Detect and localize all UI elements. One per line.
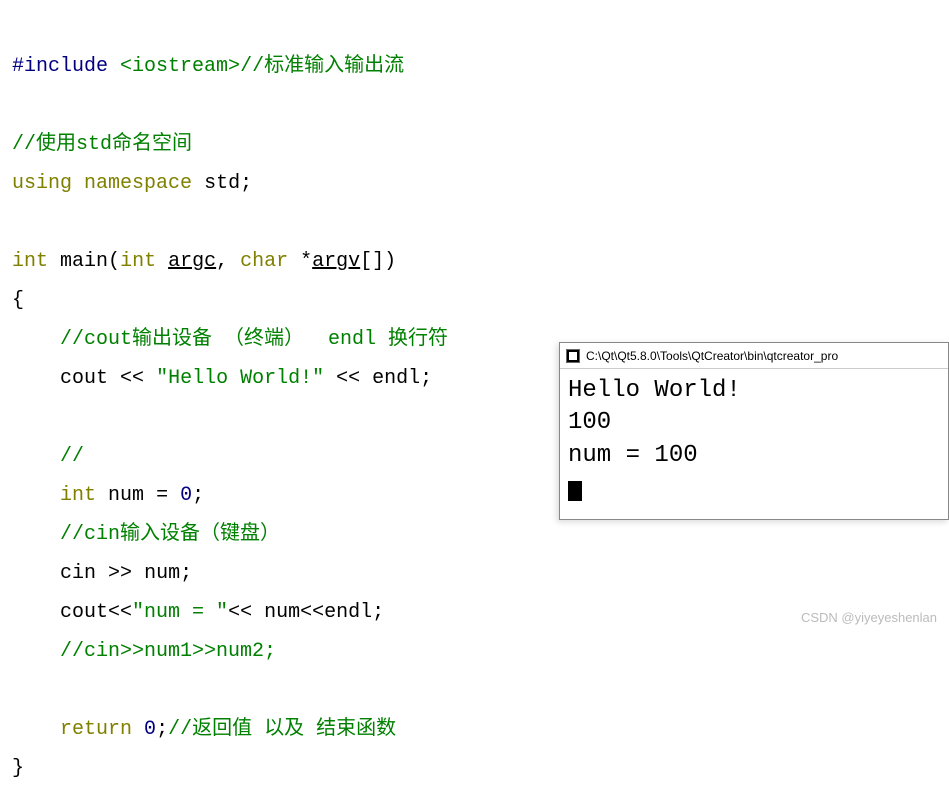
- terminal-icon: [566, 349, 580, 363]
- identifier-std: std: [204, 172, 240, 195]
- code-line: using namespace std;: [12, 172, 252, 195]
- identifier-num: num: [108, 484, 144, 507]
- identifier-cin: cin: [60, 562, 96, 585]
- terminal-titlebar[interactable]: C:\Qt\Qt5.8.0\Tools\QtCreator\bin\qtcrea…: [560, 343, 948, 369]
- include-header: <iostream>: [120, 55, 240, 78]
- comment: //使用std命名空间: [12, 133, 192, 156]
- keyword-char: char: [240, 250, 288, 273]
- watermark: CSDN @yiyeyeshenlan: [801, 610, 937, 625]
- code-line: cin >> num;: [12, 562, 192, 585]
- terminal-line: 100: [568, 409, 611, 436]
- comment: //cout输出设备 （终端） endl 换行符: [60, 328, 448, 351]
- string-literal: "Hello World!": [156, 367, 324, 390]
- terminal-output[interactable]: Hello World! 100 num = 100: [560, 369, 948, 519]
- operator: <<: [336, 367, 360, 390]
- terminal-line: num = 100: [568, 442, 698, 469]
- terminal-cursor: [568, 481, 582, 501]
- param-argv: argv: [312, 250, 360, 273]
- identifier-cout: cout: [60, 367, 108, 390]
- code-line: return 0;//返回值 以及 结束函数: [12, 718, 396, 741]
- operator: >>: [108, 562, 132, 585]
- preprocessor: #include: [12, 55, 108, 78]
- operator: <<: [108, 601, 132, 624]
- terminal-window[interactable]: C:\Qt\Qt5.8.0\Tools\QtCreator\bin\qtcrea…: [559, 342, 949, 520]
- identifier-num: num: [144, 562, 180, 585]
- string-literal: "num = ": [132, 601, 228, 624]
- comment: //: [60, 445, 84, 468]
- keyword-int: int: [12, 250, 48, 273]
- keyword-int: int: [120, 250, 156, 273]
- terminal-line: Hello World!: [568, 377, 741, 404]
- operator: <<: [120, 367, 144, 390]
- keyword-int: int: [60, 484, 96, 507]
- keyword-return: return: [60, 718, 132, 741]
- keyword-namespace: namespace: [84, 172, 192, 195]
- brace-open: {: [12, 289, 24, 312]
- code-line: int main(int argc, char *argv[]): [12, 250, 396, 273]
- operator: =: [156, 484, 168, 507]
- identifier-endl: endl: [372, 367, 420, 390]
- operator: <<: [300, 601, 324, 624]
- comment: //标准输入输出流: [240, 55, 404, 78]
- keyword-using: using: [12, 172, 72, 195]
- code-line: cout<<"num = "<< num<<endl;: [12, 601, 384, 624]
- param-argc: argc: [168, 250, 216, 273]
- code-line: #include <iostream>//标准输入输出流: [12, 55, 404, 78]
- comment: //cin输入设备（键盘）: [60, 523, 280, 546]
- number-literal: 0: [144, 718, 156, 741]
- terminal-title: C:\Qt\Qt5.8.0\Tools\QtCreator\bin\qtcrea…: [586, 349, 838, 363]
- identifier-cout: cout: [60, 601, 108, 624]
- code-line: cout << "Hello World!" << endl;: [12, 367, 432, 390]
- code-line: int num = 0;: [12, 484, 204, 507]
- identifier-num: num: [264, 601, 300, 624]
- brace-close: }: [12, 757, 24, 780]
- comment: //返回值 以及 结束函数: [168, 718, 396, 741]
- operator: <<: [228, 601, 252, 624]
- comment: //cin>>num1>>num2;: [60, 640, 276, 663]
- number-literal: 0: [180, 484, 192, 507]
- function-main: main: [60, 250, 108, 273]
- identifier-endl: endl: [324, 601, 372, 624]
